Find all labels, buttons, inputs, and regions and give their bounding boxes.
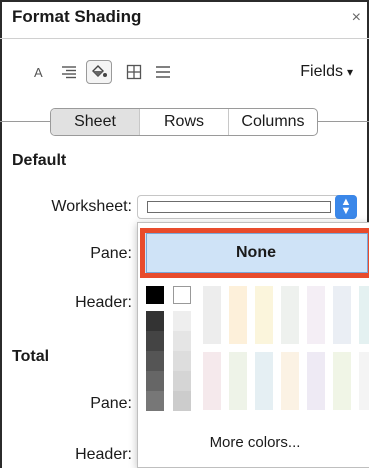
chevron-down-icon: ▾: [346, 65, 353, 79]
color-column[interactable]: [203, 286, 221, 344]
color-column[interactable]: [359, 286, 369, 344]
tab-columns[interactable]: Columns: [228, 109, 317, 135]
font-icon[interactable]: A: [26, 60, 52, 84]
total-pane-label: Pane:: [90, 395, 132, 412]
lines-icon[interactable]: [150, 60, 176, 84]
color-column[interactable]: [359, 352, 369, 410]
color-column[interactable]: [255, 352, 273, 410]
total-heading: Total: [12, 348, 50, 365]
worksheet-label: Worksheet:: [51, 198, 132, 215]
tab-rows[interactable]: Rows: [139, 109, 228, 135]
align-icon[interactable]: [56, 60, 82, 84]
tab-divider-right: [318, 121, 369, 122]
gray-light-column[interactable]: [173, 311, 191, 411]
none-color-option[interactable]: None: [140, 228, 369, 278]
tab-divider-left: [0, 121, 50, 122]
gray-dark-column[interactable]: [146, 311, 164, 411]
color-column[interactable]: [307, 286, 325, 344]
tab-sheet[interactable]: Sheet: [51, 109, 139, 135]
total-header-label: Header:: [75, 446, 132, 463]
color-column[interactable]: [307, 352, 325, 410]
fields-label: Fields: [300, 63, 343, 80]
worksheet-color-swatch: [147, 201, 331, 213]
color-column[interactable]: [255, 286, 273, 344]
color-column[interactable]: [333, 352, 351, 410]
borders-icon[interactable]: [121, 60, 147, 84]
color-column[interactable]: [203, 352, 221, 410]
color-column[interactable]: [281, 286, 299, 344]
default-pane-label: Pane:: [90, 245, 132, 262]
default-heading: Default: [12, 152, 67, 169]
color-swatch[interactable]: [173, 286, 191, 304]
fields-dropdown[interactable]: Fields ▾: [300, 63, 353, 81]
close-icon[interactable]: ×: [352, 9, 361, 27]
title-divider: [0, 38, 369, 39]
stepper-icon: ▲ ▼: [335, 195, 357, 219]
scope-tabs: Sheet Rows Columns: [50, 108, 318, 136]
color-column[interactable]: [229, 352, 247, 410]
color-column[interactable]: [281, 352, 299, 410]
panel-title: Format Shading: [12, 7, 142, 26]
none-label: None: [236, 244, 276, 261]
svg-text:A: A: [34, 65, 43, 79]
format-toolbar: A Fields ▾: [0, 54, 369, 90]
color-column[interactable]: [229, 286, 247, 344]
shading-icon[interactable]: [86, 60, 112, 84]
color-swatch[interactable]: [146, 286, 164, 304]
color-column[interactable]: [333, 286, 351, 344]
worksheet-color-select[interactable]: ▲ ▼: [137, 195, 357, 219]
default-header-label: Header:: [75, 294, 132, 311]
more-colors-button[interactable]: More colors...: [170, 434, 340, 451]
